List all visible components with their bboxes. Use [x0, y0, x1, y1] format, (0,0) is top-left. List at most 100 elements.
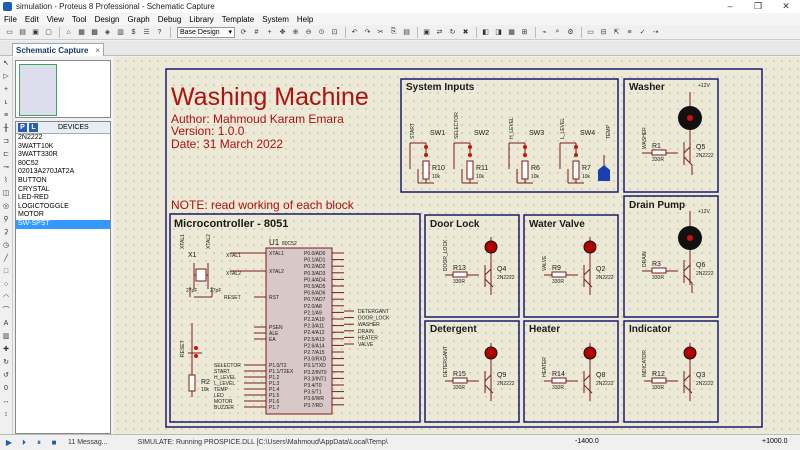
grid-icon[interactable]: #: [251, 27, 262, 38]
device-item[interactable]: 3WATT330R: [16, 151, 110, 160]
tab-close-icon[interactable]: ×: [95, 46, 100, 55]
device-item[interactable]: 02013A270JAT2A: [16, 168, 110, 177]
close-project-icon[interactable]: ▢: [43, 27, 54, 38]
current-probe-icon[interactable]: ⚳: [1, 228, 11, 238]
design-select[interactable]: Base Design: [177, 26, 235, 38]
device-pins-icon[interactable]: ⊸: [1, 163, 11, 173]
device-item[interactable]: MOTOR: [16, 211, 110, 220]
refresh-icon[interactable]: ⟳: [238, 27, 249, 38]
marker-icon[interactable]: ✚: [1, 345, 11, 355]
block-copy-icon[interactable]: ▣: [421, 27, 432, 38]
property-tool-icon[interactable]: ⚙: [565, 27, 576, 38]
device-item[interactable]: BUTTON: [16, 177, 110, 186]
buses-icon[interactable]: ╫: [1, 124, 11, 134]
device-item[interactable]: 3WATT10K: [16, 143, 110, 152]
junction-dot-icon[interactable]: +: [1, 85, 11, 95]
overview-viewport[interactable]: [19, 64, 57, 116]
pan-icon[interactable]: ✥: [277, 27, 288, 38]
graph-icon[interactable]: ⌇: [1, 176, 11, 186]
device-item[interactable]: LED-RED: [16, 194, 110, 203]
virtual-instruments-icon[interactable]: ◷: [1, 241, 11, 251]
box-icon[interactable]: □: [1, 267, 11, 277]
play-icon[interactable]: ▶: [3, 437, 15, 449]
selection-mode-icon[interactable]: ↖: [1, 59, 11, 69]
redo-icon[interactable]: ↷: [362, 27, 373, 38]
source-code-icon[interactable]: ☰: [141, 27, 152, 38]
mirror-x-icon[interactable]: ↔: [1, 397, 11, 407]
paste-icon[interactable]: ▤: [401, 27, 412, 38]
bom-icon[interactable]: $: [128, 27, 139, 38]
new-file-icon[interactable]: ▭: [4, 27, 15, 38]
mirror-y-icon[interactable]: ↕: [1, 410, 11, 420]
open-folder-icon[interactable]: ▤: [17, 27, 28, 38]
tape-recorder-icon[interactable]: ◫: [1, 189, 11, 199]
pick-devices-button[interactable]: P: [18, 123, 27, 132]
text-script-icon[interactable]: ≡: [1, 111, 11, 121]
undo-icon[interactable]: ↶: [349, 27, 360, 38]
schematic-icon[interactable]: ▦: [76, 27, 87, 38]
menu-design[interactable]: Design: [95, 15, 120, 24]
pcb-icon[interactable]: ▩: [89, 27, 100, 38]
copy-icon[interactable]: ⎘: [388, 27, 399, 38]
save-icon[interactable]: ▣: [30, 27, 41, 38]
menu-edit[interactable]: Edit: [25, 15, 39, 24]
menu-template[interactable]: Template: [222, 15, 254, 24]
line-icon[interactable]: ╱: [1, 254, 11, 264]
circle-icon[interactable]: ○: [1, 280, 11, 290]
device-item[interactable]: 2N2222: [16, 134, 110, 143]
tab-schematic-capture[interactable]: Schematic Capture ×: [12, 43, 104, 56]
stop-icon[interactable]: ■: [48, 437, 60, 449]
home-icon[interactable]: ⌂: [63, 27, 74, 38]
netlist-icon[interactable]: ≡: [624, 27, 635, 38]
make-device-icon[interactable]: ◨: [493, 27, 504, 38]
exit-to-parent-icon[interactable]: ⇱: [611, 27, 622, 38]
wire-label-icon[interactable]: ʟ: [1, 98, 11, 108]
menu-view[interactable]: View: [47, 15, 64, 24]
menu-help[interactable]: Help: [297, 15, 313, 24]
pause-icon[interactable]: ⏸: [33, 437, 45, 449]
packaging-icon[interactable]: ▦: [506, 27, 517, 38]
maximize-button[interactable]: ❐: [744, 0, 772, 13]
remove-sheet-icon[interactable]: ⊟: [598, 27, 609, 38]
block-delete-icon[interactable]: ✖: [460, 27, 471, 38]
arc-icon[interactable]: ◠: [1, 293, 11, 303]
block-rotate-icon[interactable]: ↻: [447, 27, 458, 38]
help-icon[interactable]: ?: [154, 27, 165, 38]
generator-icon[interactable]: ◎: [1, 202, 11, 212]
zoom-fit-icon[interactable]: ⊙: [316, 27, 327, 38]
zoom-in-icon[interactable]: ⊕: [290, 27, 301, 38]
component-mode-icon[interactable]: ▷: [1, 72, 11, 82]
terminals-icon[interactable]: ⊏: [1, 150, 11, 160]
rotate-ccw-icon[interactable]: ↺: [1, 371, 11, 381]
netlist-pcb-icon[interactable]: ⇢: [650, 27, 661, 38]
subcircuit-icon[interactable]: ⊐: [1, 137, 11, 147]
step-icon[interactable]: ⏵: [18, 437, 30, 449]
origin-icon[interactable]: +: [264, 27, 275, 38]
device-item[interactable]: 80C52: [16, 160, 110, 169]
block-move-icon[interactable]: ⇄: [434, 27, 445, 38]
decompose-icon[interactable]: ⊞: [519, 27, 530, 38]
gerber-icon[interactable]: ▥: [115, 27, 126, 38]
device-item[interactable]: CRYSTAL: [16, 186, 110, 195]
menu-debug[interactable]: Debug: [158, 15, 182, 24]
path-icon[interactable]: ⌒: [1, 306, 11, 316]
electrical-check-icon[interactable]: ✓: [637, 27, 648, 38]
device-item-selected[interactable]: SW-SPST: [16, 219, 110, 229]
device-item[interactable]: LOGICTOGGLE: [16, 203, 110, 212]
cut-icon[interactable]: ✂: [375, 27, 386, 38]
rotation-angle-field[interactable]: 0: [1, 384, 11, 394]
library-manager-button[interactable]: L: [29, 123, 38, 132]
menu-graph[interactable]: Graph: [127, 15, 149, 24]
menu-system[interactable]: System: [262, 15, 289, 24]
schematic-canvas[interactable]: Washing Machine Author: Mahmoud Karam Em…: [114, 57, 800, 434]
rotate-cw-icon[interactable]: ↻: [1, 358, 11, 368]
menu-file[interactable]: File: [4, 15, 17, 24]
search-icon[interactable]: ⌕: [552, 27, 563, 38]
pick-device-icon[interactable]: ◧: [480, 27, 491, 38]
3d-view-icon[interactable]: ◈: [102, 27, 113, 38]
zoom-area-icon[interactable]: ⊡: [329, 27, 340, 38]
wire-autorouter-icon[interactable]: ⌁: [539, 27, 550, 38]
overview-window[interactable]: [15, 60, 111, 118]
minimize-button[interactable]: –: [716, 0, 744, 13]
menu-tool[interactable]: Tool: [72, 15, 87, 24]
